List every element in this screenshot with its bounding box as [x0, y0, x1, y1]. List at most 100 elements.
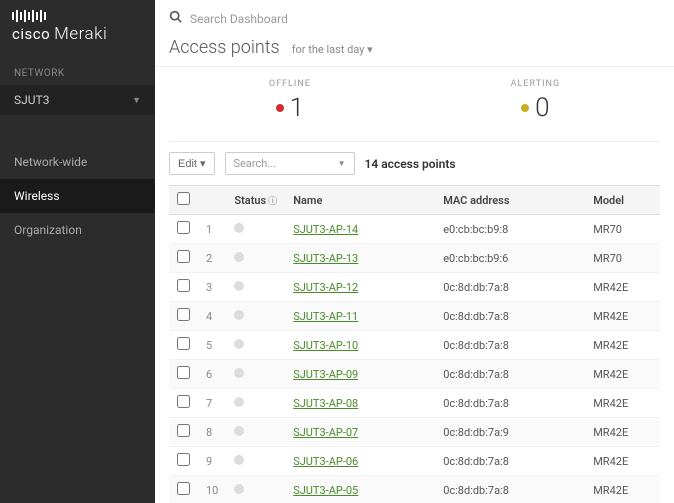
table-row: 10SJUT3-AP-050c:8d:db:7a:8MR42E [169, 476, 660, 503]
alerting-dot-icon [521, 104, 529, 112]
global-search[interactable]: Search Dashboard [155, 0, 674, 37]
ap-model: MR42E [585, 302, 660, 331]
ap-mac: 0c:8d:db:7a:8 [435, 360, 585, 389]
ap-mac: e0:cb:bc:b9:8 [435, 215, 585, 244]
row-number: 1 [198, 215, 226, 244]
select-all-checkbox[interactable] [177, 192, 190, 205]
status-dot-icon [234, 223, 244, 233]
ap-name-link[interactable]: SJUT3-AP-08 [293, 397, 358, 410]
ap-model: MR42E [585, 476, 660, 503]
offline-dot-icon [276, 104, 284, 112]
table-row: 8 SJUT3-AP-07 0c:8d:db:7a:9MR42E [169, 418, 660, 447]
status-dot-icon [234, 310, 244, 320]
row-checkbox[interactable] [177, 366, 190, 379]
row-number: 2 [198, 244, 226, 273]
ap-mac: 0c:8d:db:7a:8 [435, 447, 585, 476]
status-dot-icon [234, 484, 244, 494]
row-number: 7 [198, 389, 226, 418]
ap-mac: 0c:8d:db:7a:8 [435, 302, 585, 331]
network-selector[interactable]: SJUT3 ▼ [0, 85, 155, 115]
time-range-selector[interactable]: for the last day ▾ [292, 43, 373, 56]
table-row: 4 SJUT3-AP-11 0c:8d:db:7a:8MR42E [169, 302, 660, 331]
page-header: Access points for the last day ▾ [155, 37, 674, 67]
ap-model: MR42E [585, 418, 660, 447]
col-mac[interactable]: MAC address [435, 186, 585, 215]
status-dot-icon [234, 252, 244, 262]
col-name[interactable]: Name [285, 186, 435, 215]
ap-model: MR42E [585, 273, 660, 302]
ap-name-link[interactable]: SJUT3-AP-10 [293, 339, 358, 352]
col-status[interactable]: Status [234, 194, 266, 207]
summary-alerting[interactable]: ALERTING 0 [511, 79, 560, 123]
ap-name-link[interactable]: SJUT3-AP-13 [293, 252, 358, 265]
network-name: SJUT3 [14, 93, 49, 107]
table-row: 7 SJUT3-AP-08 0c:8d:db:7a:8MR42E [169, 389, 660, 418]
sidebar-section-label: NETWORK [0, 58, 155, 85]
ap-name-link[interactable]: SJUT3-AP-06 [293, 455, 358, 468]
status-dot-icon [234, 455, 244, 465]
ap-name-link[interactable]: SJUT3-AP-05 [293, 484, 358, 497]
table-row: 2SJUT3-AP-13e0:cb:bc:b9:6MR70 [169, 244, 660, 273]
row-checkbox[interactable] [177, 279, 190, 292]
row-checkbox[interactable] [177, 395, 190, 408]
table-toolbar: Edit ▾ Search... ▼ 14 access points [155, 142, 674, 185]
table-row: 9 SJUT3-AP-06 0c:8d:db:7a:8MR42E [169, 447, 660, 476]
nav-organization[interactable]: Organization [0, 213, 155, 247]
cisco-bars-icon [12, 12, 143, 22]
ap-name-link[interactable]: SJUT3-AP-14 [293, 223, 358, 236]
edit-button[interactable]: Edit ▾ [169, 152, 215, 175]
ap-model: MR42E [585, 447, 660, 476]
row-checkbox[interactable] [177, 424, 190, 437]
status-dot-icon [234, 339, 244, 349]
row-checkbox[interactable] [177, 482, 190, 495]
row-checkbox[interactable] [177, 453, 190, 466]
chevron-down-icon: ▼ [132, 95, 141, 106]
status-dot-icon [234, 397, 244, 407]
row-checkbox[interactable] [177, 250, 190, 263]
row-checkbox[interactable] [177, 337, 190, 350]
info-icon: ⓘ [268, 197, 277, 207]
table-row: 6 SJUT3-AP-09 0c:8d:db:7a:8MR42E [169, 360, 660, 389]
status-dot-icon [234, 281, 244, 291]
row-number: 5 [198, 331, 226, 360]
summary-alerting-label: ALERTING [511, 79, 560, 89]
ap-mac: e0:cb:bc:b9:6 [435, 244, 585, 273]
main-content: Search Dashboard Access points for the l… [155, 0, 674, 503]
ap-mac: 0c:8d:db:7a:8 [435, 331, 585, 360]
nav-network-wide[interactable]: Network-wide [0, 145, 155, 179]
row-number: 9 [198, 447, 226, 476]
ap-count-label: 14 access points [365, 157, 456, 171]
summary-offline[interactable]: OFFLINE 1 [269, 79, 311, 123]
row-number: 3 [198, 273, 226, 302]
row-number: 6 [198, 360, 226, 389]
nav-wireless[interactable]: Wireless [0, 179, 155, 213]
ap-mac: 0c:8d:db:7a:8 [435, 273, 585, 302]
row-checkbox[interactable] [177, 308, 190, 321]
table-search-input[interactable]: Search... ▼ [225, 152, 355, 175]
summary-offline-value: 1 [290, 93, 304, 123]
ap-model: MR42E [585, 389, 660, 418]
ap-model: MR70 [585, 215, 660, 244]
search-placeholder: Search Dashboard [190, 12, 288, 26]
ap-name-link[interactable]: SJUT3-AP-11 [293, 310, 358, 323]
ap-mac: 0c:8d:db:7a:9 [435, 418, 585, 447]
status-dot-icon [234, 426, 244, 436]
summary-alerting-value: 0 [535, 93, 549, 123]
col-model[interactable]: Model [585, 186, 660, 215]
row-number: 8 [198, 418, 226, 447]
ap-name-link[interactable]: SJUT3-AP-12 [293, 281, 358, 294]
row-checkbox[interactable] [177, 221, 190, 234]
brand-cisco: cisco [12, 25, 50, 43]
search-icon [169, 10, 182, 27]
brand-logo: ciscoMeraki [0, 0, 155, 58]
ap-mac: 0c:8d:db:7a:8 [435, 389, 585, 418]
sidebar: ciscoMeraki NETWORK SJUT3 ▼ Network-wide… [0, 0, 155, 503]
row-number: 4 [198, 302, 226, 331]
summary-row: OFFLINE 1 ALERTING 0 [169, 67, 660, 142]
ap-mac: 0c:8d:db:7a:8 [435, 476, 585, 503]
ap-name-link[interactable]: SJUT3-AP-07 [293, 426, 358, 439]
chevron-down-icon: ▼ [338, 159, 346, 168]
ap-model: MR42E [585, 360, 660, 389]
brand-meraki: Meraki [54, 24, 107, 44]
ap-name-link[interactable]: SJUT3-AP-09 [293, 368, 358, 381]
